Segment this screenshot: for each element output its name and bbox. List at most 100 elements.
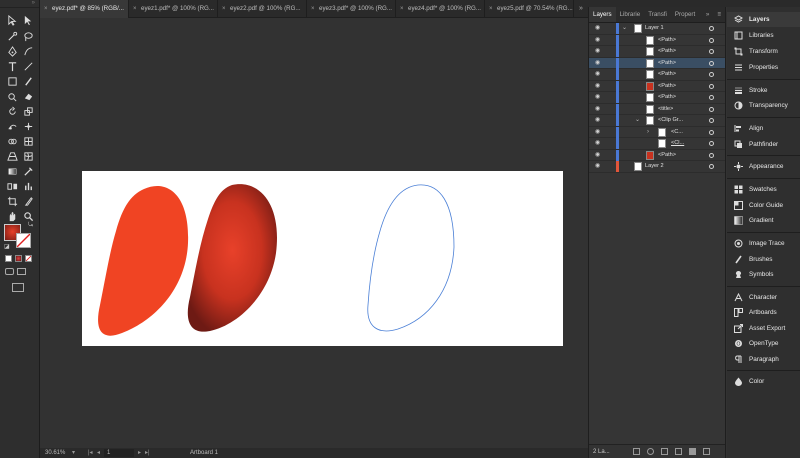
dock-item-image-trace[interactable]: Image Trace (727, 236, 800, 251)
tab-transform[interactable]: Transfi (644, 7, 671, 22)
layer-label[interactable]: <Clip Gr... (658, 115, 683, 126)
tab-document[interactable]: × eyez4.pdf* @ 100% (RG... (396, 0, 485, 18)
target-circle-icon[interactable] (709, 118, 714, 123)
layer-row[interactable]: ◉ ⌄ Layer 1 (589, 23, 725, 35)
dock-item-brushes[interactable]: Brushes (727, 252, 800, 267)
visibility-eye-icon[interactable]: ◉ (595, 23, 603, 34)
expand-arrow-icon[interactable]: ⌄ (635, 115, 640, 126)
screen-mode-icon[interactable] (17, 268, 26, 275)
layer-row[interactable]: ◉ <Path> (589, 92, 725, 104)
dock-item-paragraph[interactable]: Paragraph (727, 352, 800, 367)
gradient-tool-icon[interactable] (5, 164, 19, 178)
tab-document[interactable]: × eyez.pdf* @ 85% (RGB/... (40, 0, 129, 18)
layer-row[interactable]: ◉ › <C... (589, 126, 725, 138)
close-icon[interactable]: × (311, 0, 315, 18)
layer-row[interactable]: ◉ <title> (589, 103, 725, 115)
next-artboard-icon[interactable]: ▸ (138, 448, 141, 458)
pen-tool-icon[interactable] (5, 44, 19, 58)
layer-row[interactable]: ◉ <Cl... (589, 138, 725, 150)
collapse-arrow-icon[interactable]: › (647, 127, 649, 138)
layer-label[interactable]: <Path> (658, 81, 676, 92)
target-circle-icon[interactable] (709, 106, 714, 112)
slice-tool-icon[interactable] (21, 194, 35, 208)
tab-layers[interactable]: Layers (589, 7, 616, 22)
target-circle-icon[interactable] (709, 141, 714, 146)
shape-builder-tool-icon[interactable] (5, 134, 19, 148)
close-icon[interactable]: × (133, 0, 137, 18)
layer-row-selected[interactable]: ◉ <Path> (589, 57, 725, 69)
dock-item-align[interactable]: Align (727, 121, 800, 136)
layer-row[interactable]: ◉ Layer 2 (589, 161, 725, 173)
layer-row[interactable]: ◉ ⌄ <Clip Gr... (589, 115, 725, 127)
new-sublayer-icon[interactable] (675, 448, 682, 455)
drawing-mode-icon[interactable] (5, 268, 14, 275)
shaper-tool-icon[interactable] (5, 89, 19, 103)
visibility-eye-icon[interactable]: ◉ (595, 104, 603, 115)
layer-label[interactable]: Layer 2 (645, 161, 664, 172)
target-circle-icon[interactable] (709, 72, 714, 77)
close-icon[interactable]: × (489, 0, 493, 18)
panel-expand-icon[interactable]: » (702, 7, 713, 22)
target-circle-icon[interactable] (709, 95, 714, 100)
visibility-eye-icon[interactable]: ◉ (595, 115, 603, 126)
visibility-eye-icon[interactable]: ◉ (595, 161, 603, 172)
dock-item-pathfinder[interactable]: Pathfinder (727, 137, 800, 152)
visibility-eye-icon[interactable]: ◉ (595, 81, 603, 92)
gradient-mode-icon[interactable] (15, 255, 22, 262)
hand-tool-icon[interactable] (5, 209, 19, 223)
layer-label[interactable]: <Path> (658, 35, 676, 46)
dock-item-color[interactable]: Color (727, 374, 800, 389)
eraser-tool-icon[interactable] (21, 89, 35, 103)
dock-item-transparency[interactable]: Transparency (727, 98, 800, 113)
more-tabs-button[interactable]: » (574, 0, 588, 18)
panel-menu-icon[interactable]: ≡ (713, 7, 725, 22)
color-mode-icon[interactable] (5, 255, 12, 262)
dock-item-transform[interactable]: Transform (727, 44, 800, 59)
dock-item-appearance[interactable]: Appearance (727, 159, 800, 174)
dock-item-color-guide[interactable]: Color Guide (727, 198, 800, 213)
visibility-eye-icon[interactable]: ◉ (595, 127, 603, 138)
outline-shape[interactable] (367, 184, 455, 332)
rectangle-tool-icon[interactable] (5, 74, 19, 88)
artboard-tool-icon[interactable] (5, 194, 19, 208)
make-clipping-mask-icon[interactable] (661, 448, 668, 455)
column-graph-tool-icon[interactable] (21, 179, 35, 193)
dock-item-opentype[interactable]: O OpenType (727, 336, 800, 351)
dock-item-symbols[interactable]: Symbols (727, 267, 800, 282)
layer-row[interactable]: ◉ <Path> (589, 149, 725, 161)
puppet-warp-tool-icon[interactable] (21, 119, 35, 133)
line-tool-icon[interactable] (21, 59, 35, 73)
visibility-eye-icon[interactable]: ◉ (595, 35, 603, 46)
dock-item-artboards[interactable]: Artboards (727, 305, 800, 320)
zoom-dropdown-icon[interactable]: ▾ (72, 448, 75, 458)
visibility-eye-icon[interactable]: ◉ (595, 46, 603, 57)
visibility-eye-icon[interactable]: ◉ (595, 92, 603, 103)
target-circle-icon[interactable] (709, 49, 714, 54)
layer-label[interactable]: <Path> (658, 150, 676, 161)
dock-item-swatches[interactable]: Swatches (727, 182, 800, 197)
scale-tool-icon[interactable] (21, 104, 35, 118)
live-paint-tool-icon[interactable] (21, 134, 35, 148)
expand-arrow-icon[interactable]: ⌄ (622, 23, 627, 34)
dock-item-libraries[interactable]: Libraries (727, 28, 800, 43)
dock-item-asset-export[interactable]: Asset Export (727, 321, 800, 336)
last-artboard-icon[interactable]: ▸| (145, 448, 150, 458)
export-icon[interactable] (633, 448, 640, 455)
layer-label[interactable]: Layer 1 (645, 23, 664, 34)
new-layer-icon[interactable] (689, 448, 696, 455)
tab-properties[interactable]: Propert (671, 7, 699, 22)
dock-item-properties[interactable]: Properties (727, 60, 800, 75)
dock-item-character[interactable]: Character (727, 290, 800, 305)
rotate-tool-icon[interactable] (5, 104, 19, 118)
layer-label[interactable]: <Path> (658, 46, 676, 57)
dock-item-layers[interactable]: Layers (727, 12, 800, 27)
default-colors-icon[interactable]: ◪ (4, 243, 10, 250)
visibility-eye-icon[interactable]: ◉ (595, 69, 603, 80)
target-circle-icon[interactable] (709, 60, 714, 66)
layer-row[interactable]: ◉ <Path> (589, 69, 725, 81)
visibility-eye-icon[interactable]: ◉ (595, 150, 603, 161)
layer-label[interactable]: <Path> (658, 92, 676, 103)
tab-document[interactable]: × eyez5.pdf @ 70.54% (RG... (485, 0, 574, 18)
target-circle-icon[interactable] (709, 129, 714, 135)
target-circle-icon[interactable] (709, 152, 714, 158)
